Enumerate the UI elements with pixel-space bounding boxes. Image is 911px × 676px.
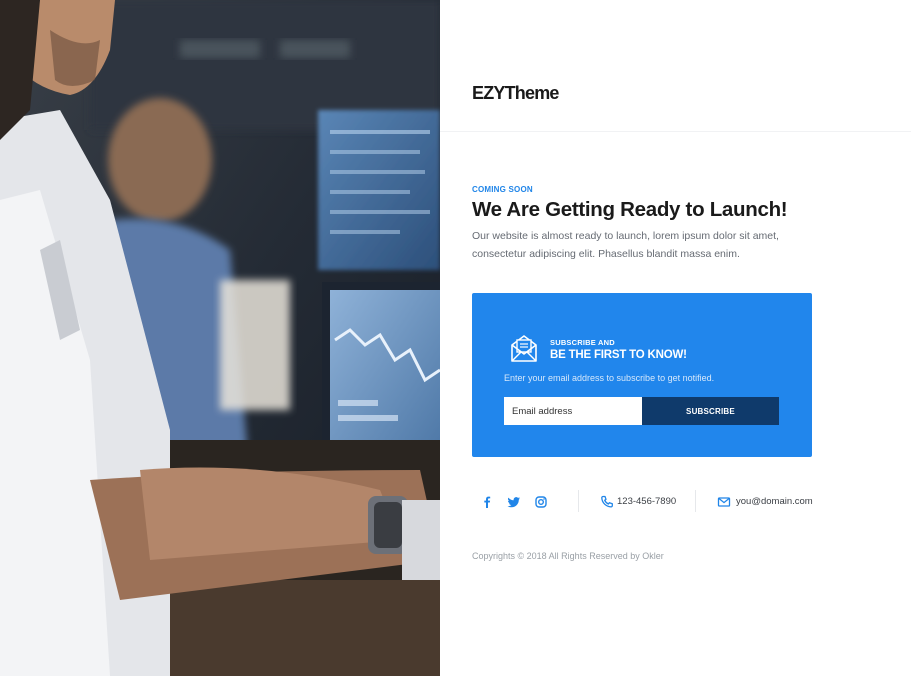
site-logo[interactable]: EZYTheme xyxy=(472,83,559,104)
mail-icon xyxy=(717,497,731,507)
contact-divider xyxy=(578,490,579,512)
email-link[interactable]: you@domain.com xyxy=(736,496,813,507)
subscribe-button[interactable]: SUBSCRIBE xyxy=(642,397,779,425)
page-title: We Are Getting Ready to Launch! xyxy=(472,198,788,221)
intro-text: Our website is almost ready to launch, l… xyxy=(472,230,779,260)
site-header: EZYTheme xyxy=(440,0,911,132)
subscribe-panel: SUBSCRIBE AND BE THE FIRST TO KNOW! Ente… xyxy=(472,293,812,457)
twitter-icon xyxy=(507,497,520,508)
subscribe-eyebrow: SUBSCRIBE AND xyxy=(550,338,615,347)
subscribe-hint: Enter your email address to subscribe to… xyxy=(504,373,715,383)
contact-divider xyxy=(695,490,696,512)
email-input[interactable] xyxy=(504,397,642,425)
envelope-open-icon xyxy=(511,335,537,362)
hero-photo xyxy=(0,0,440,676)
content-panel: EZYTheme COMING SOON We Are Getting Read… xyxy=(440,0,911,676)
subscribe-title: BE THE FIRST TO KNOW! xyxy=(550,349,687,361)
facebook-icon xyxy=(484,496,491,508)
contact-row: 123-456-7890 you@domain.com xyxy=(472,490,813,514)
coming-soon-label: COMING SOON xyxy=(472,185,533,194)
phone-link[interactable]: 123-456-7890 xyxy=(617,496,676,507)
instagram-icon xyxy=(535,496,547,508)
phone-icon xyxy=(601,495,613,508)
copyright-text: Copyrights © 2018 All Rights Reserved by… xyxy=(472,551,664,561)
